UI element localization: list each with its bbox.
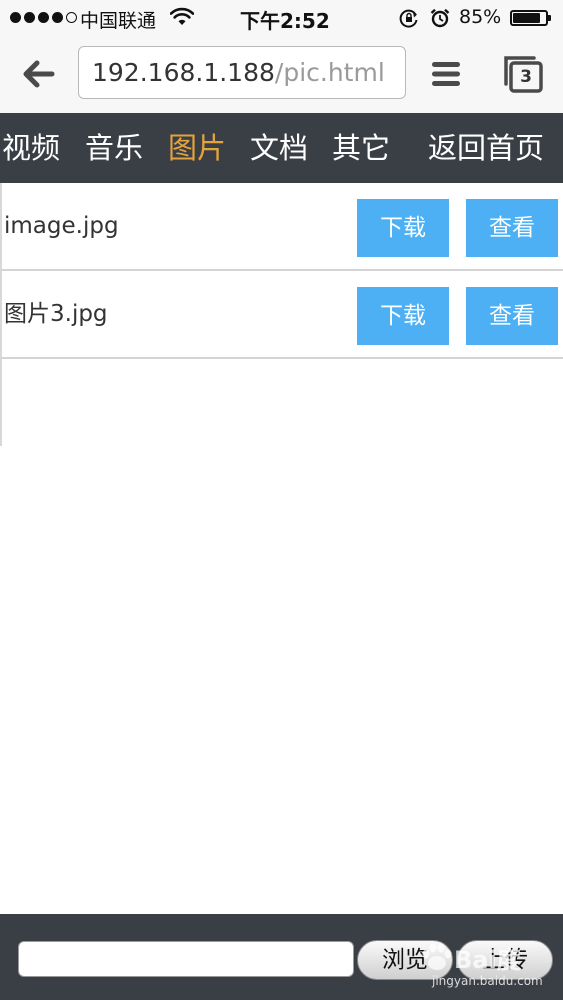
nav-item-music[interactable]: 音乐: [85, 113, 143, 183]
status-bar: 中国联通 下午2:52 85%: [0, 0, 563, 36]
view-button[interactable]: 查看: [466, 287, 558, 345]
file-name: 图片3.jpg: [4, 301, 108, 327]
menu-icon[interactable]: [432, 61, 460, 87]
address-bar[interactable]: 192.168.1.188/pic.html: [78, 46, 406, 99]
url-path: /pic.html: [274, 58, 385, 87]
list-item: 图片3.jpg 下载 查看: [2, 271, 563, 359]
back-arrow-icon[interactable]: [20, 56, 56, 92]
nav-item-other[interactable]: 其它: [332, 113, 390, 183]
signal-dot: [10, 12, 21, 23]
nav-item-documents[interactable]: 文档: [250, 113, 308, 183]
signal-dot: [38, 12, 49, 23]
wifi-icon: [170, 7, 194, 25]
file-path-input[interactable]: [18, 941, 354, 977]
download-button[interactable]: 下载: [357, 287, 449, 345]
file-list: image.jpg 下载 查看 图片3.jpg 下载 查看: [0, 183, 563, 446]
signal-dot: [24, 12, 35, 23]
browser-toolbar: 192.168.1.188/pic.html 3: [0, 36, 563, 114]
tabs-button[interactable]: 3: [502, 54, 546, 94]
alarm-clock-icon: [430, 8, 450, 28]
clock-time: 下午2:52: [240, 9, 330, 33]
rotation-lock-icon: [399, 9, 418, 28]
carrier-name: 中国联通: [80, 10, 157, 32]
nav-item-video[interactable]: 视频: [2, 113, 60, 183]
battery-fill: [513, 13, 540, 23]
tab-count: 3: [520, 67, 532, 87]
file-name: image.jpg: [4, 213, 119, 239]
browse-button[interactable]: 浏览: [357, 940, 453, 980]
upload-button[interactable]: 上传: [457, 940, 553, 980]
battery-icon: [510, 10, 551, 26]
upload-bar: 浏览 上传: [0, 914, 563, 1000]
view-button[interactable]: 查看: [466, 199, 558, 257]
signal-dot: [52, 12, 63, 23]
list-item: image.jpg 下载 查看: [2, 183, 563, 271]
battery-percent: 85%: [459, 6, 502, 28]
nav-item-pictures[interactable]: 图片: [168, 113, 226, 183]
signal-strength-icon: [10, 12, 77, 23]
nav-home-link[interactable]: 返回首页: [428, 113, 544, 183]
signal-dot: [66, 12, 77, 23]
url-host: 192.168.1.188: [92, 58, 275, 87]
category-nav: 视频 音乐 图片 文档 其它 返回首页: [0, 113, 563, 183]
download-button[interactable]: 下载: [357, 199, 449, 257]
